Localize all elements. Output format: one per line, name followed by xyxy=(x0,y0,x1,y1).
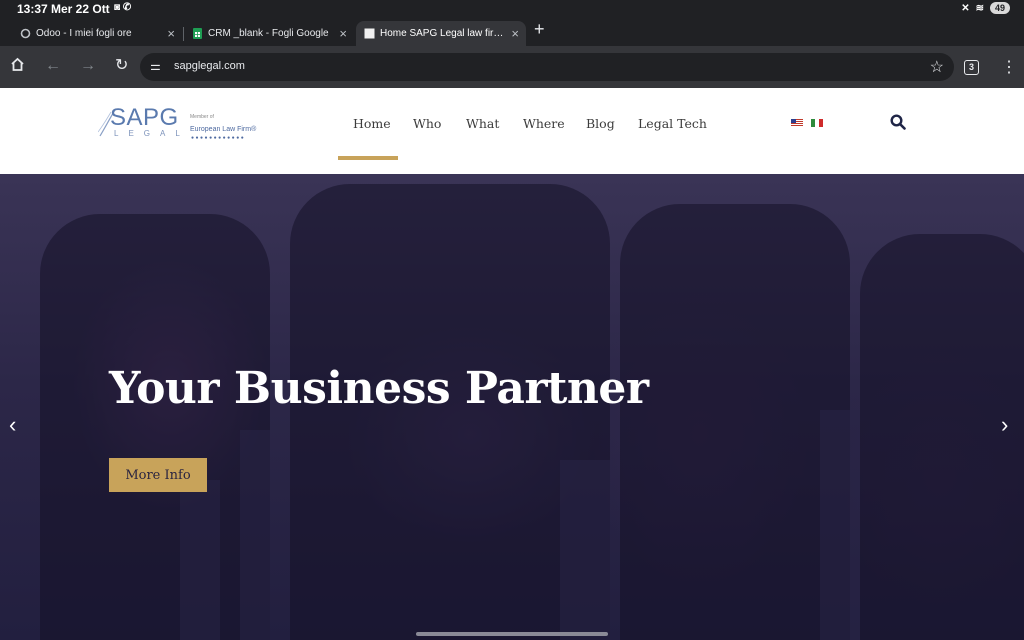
battery-icon: 49 xyxy=(990,2,1010,14)
close-icon[interactable]: × xyxy=(167,26,175,41)
hero-slider: Your Business Partner More Info ‹ › xyxy=(0,174,1024,640)
reload-icon[interactable]: ↻ xyxy=(115,57,128,75)
mute-icon: ✕ xyxy=(961,2,970,14)
search-icon[interactable] xyxy=(890,114,906,135)
hero-photo-building xyxy=(240,430,270,640)
network-dots: ●●●●●●●●●●●● xyxy=(191,135,246,141)
page-icon xyxy=(364,28,375,39)
status-bar: 13:37 Mer 22 Ott ◙ ✆ ✕ ≋ 49 xyxy=(0,0,1024,18)
nav-home[interactable]: Home xyxy=(353,116,391,131)
site-header: SAPG LEGAL Member of European Law Firm® … xyxy=(0,88,1024,174)
hero-title: Your Business Partner xyxy=(109,363,649,414)
address-bar[interactable]: ⚌ sapglegal.com ☆ xyxy=(140,53,954,81)
tab-title: Home SAPG Legal law firm international xyxy=(380,28,508,39)
sheets-icon xyxy=(192,28,203,39)
status-right: ✕ ≋ 49 xyxy=(961,2,1010,14)
forward-arrow-icon[interactable]: → xyxy=(80,57,96,75)
hero-photo-figure xyxy=(860,234,1024,640)
menu-icon[interactable]: ⋮ xyxy=(1001,57,1017,77)
us-flag-icon[interactable] xyxy=(791,119,803,127)
member-of-label: Member of xyxy=(190,114,214,120)
tab-crm-sheets[interactable]: CRM _blank - Fogli Google × xyxy=(184,21,354,46)
hero-photo-building xyxy=(820,410,860,640)
italy-flag-icon[interactable] xyxy=(811,119,823,127)
tab-odoo[interactable]: Odoo - I miei fogli ore × xyxy=(12,21,182,46)
home-indicator[interactable] xyxy=(416,632,608,636)
bookmark-star-icon[interactable]: ☆ xyxy=(930,57,944,77)
logo-subtitle: LEGAL xyxy=(114,129,190,138)
nav-where[interactable]: Where xyxy=(523,116,565,131)
tab-strip: Odoo - I miei fogli ore × CRM _blank - F… xyxy=(0,18,1024,46)
network-name: European Law Firm® xyxy=(190,126,257,133)
home-icon[interactable] xyxy=(10,57,25,77)
url-text[interactable]: sapglegal.com xyxy=(174,60,245,72)
prev-slide-arrow-icon[interactable]: ‹ xyxy=(9,414,16,436)
nav-legal-tech[interactable]: Legal Tech xyxy=(638,116,707,131)
tab-title: CRM _blank - Fogli Google xyxy=(208,28,329,39)
status-date: Mer 22 Ott xyxy=(51,2,110,16)
hero-photo-building xyxy=(560,460,610,640)
hero-photo-building xyxy=(180,480,220,640)
nav-what[interactable]: What xyxy=(466,116,499,131)
browser-toolbar: ← → ↻ ⚌ sapglegal.com ☆ 3 ⋮ xyxy=(0,46,1024,88)
new-tab-icon[interactable]: + xyxy=(534,19,545,40)
logo-brand: SAPG xyxy=(110,104,179,131)
tab-count-button[interactable]: 3 xyxy=(964,60,979,75)
close-icon[interactable]: × xyxy=(511,26,519,41)
back-arrow-icon[interactable]: ← xyxy=(45,57,61,75)
notification-icons: ◙ ✆ xyxy=(114,2,132,13)
tab-sapg-legal[interactable]: Home SAPG Legal law firm international × xyxy=(356,21,526,46)
hero-photo-figure xyxy=(40,214,270,640)
more-info-button[interactable]: More Info xyxy=(109,458,207,492)
nav-who[interactable]: Who xyxy=(413,116,441,131)
sapg-logo[interactable]: SAPG LEGAL Member of European Law Firm® … xyxy=(98,104,263,144)
close-icon[interactable]: × xyxy=(339,26,347,41)
hero-photo-figure xyxy=(620,204,850,640)
status-time: 13:37 xyxy=(17,2,48,16)
nav-blog[interactable]: Blog xyxy=(586,116,615,131)
next-slide-arrow-icon[interactable]: › xyxy=(1001,414,1008,436)
odoo-icon xyxy=(20,28,31,39)
site-settings-icon[interactable]: ⚌ xyxy=(150,59,161,73)
nav-active-indicator xyxy=(338,156,398,160)
tab-title: Odoo - I miei fogli ore xyxy=(36,28,132,39)
wifi-icon: ≋ xyxy=(975,2,984,14)
